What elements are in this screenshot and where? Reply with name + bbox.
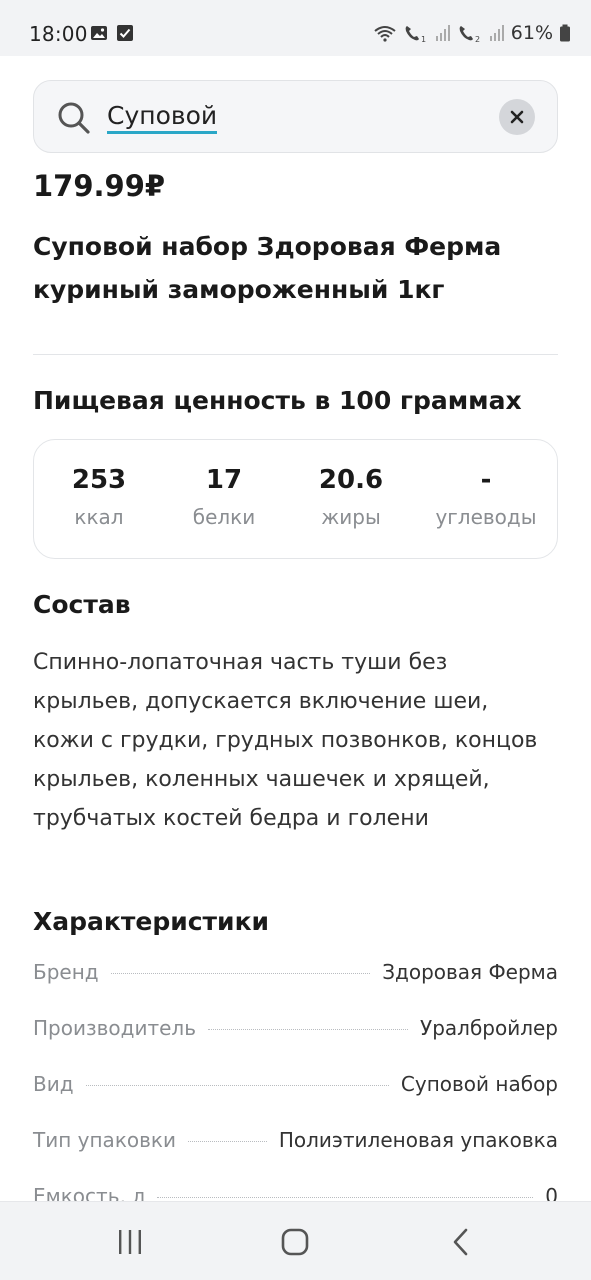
spec-leader-dots [188, 1141, 267, 1142]
nutrition-item-carbs: - углеводы [421, 462, 551, 530]
spec-row: Вид Суповой набор [33, 1072, 558, 1128]
nutrition-item-protein: 17 белки [159, 462, 289, 530]
divider [33, 354, 558, 355]
signal-icon [435, 25, 450, 41]
status-right-group: 1 2 61% [373, 22, 571, 44]
call-sim2-icon: 2 [459, 26, 480, 43]
spec-row: Производитель Уралбройлер [33, 1016, 558, 1072]
spec-leader-dots [110, 973, 371, 974]
call-sim1-icon: 1 [405, 26, 426, 43]
nutrition-item-fat: 20.6 жиры [286, 462, 416, 530]
nutrition-item-kcal: 253 ккал [34, 462, 164, 530]
product-price: 179.99₽ [33, 169, 166, 203]
nutrition-label: белки [192, 505, 256, 529]
spec-value: Здоровая Ферма [382, 960, 558, 984]
specs-heading: Характеристики [33, 907, 270, 936]
nutrition-label: жиры [321, 505, 381, 529]
home-icon [281, 1228, 309, 1256]
spec-value: Суповой набор [400, 1072, 558, 1096]
back-button[interactable] [441, 1226, 481, 1258]
status-bar: 18:00 1 2 61% [0, 0, 591, 56]
nutrition-value: 17 [205, 465, 243, 495]
spec-row: Тип упаковки Полиэтиленовая упаковка [33, 1128, 558, 1184]
search-bar[interactable]: Суповой [33, 80, 558, 153]
nutrition-card: 253 ккал 17 белки 20.6 жиры - углеводы [33, 439, 558, 559]
nutrition-value: - [480, 465, 492, 495]
clear-search-button[interactable] [499, 99, 535, 135]
nutrition-label: ккал [74, 505, 124, 529]
specs-list: Бренд Здоровая Ферма Производитель Уралб… [33, 960, 558, 1240]
home-button[interactable] [275, 1226, 315, 1258]
check-square-icon [117, 25, 133, 41]
battery-icon [560, 24, 570, 42]
recent-apps-button[interactable] [110, 1226, 150, 1258]
status-notification-icons [90, 24, 134, 42]
search-input[interactable]: Суповой [107, 102, 218, 134]
spec-value: Уралбройлер [420, 1016, 558, 1040]
spec-name: Бренд [33, 960, 99, 984]
status-time: 18:00 [29, 22, 88, 46]
spec-name: Производитель [33, 1016, 196, 1040]
signal-icon [489, 25, 504, 41]
search-icon [58, 102, 90, 134]
image-icon [91, 26, 107, 40]
system-navigation-bar [0, 1201, 591, 1280]
close-icon [510, 110, 524, 124]
spec-leader-dots [85, 1085, 389, 1086]
product-title: Суповой набор Здоровая Ферма куриный зам… [33, 232, 502, 304]
svg-text:2: 2 [475, 35, 480, 43]
spec-value: Полиэтиленовая упаковка [278, 1128, 558, 1152]
composition-text: Спинно-лопаточная часть туши без крыльев… [33, 650, 538, 831]
composition-heading: Состав [33, 590, 131, 619]
nutrition-value: 253 [71, 465, 127, 495]
recent-apps-icon [119, 1230, 141, 1254]
spec-row: Бренд Здоровая Ферма [33, 960, 558, 1016]
spec-leader-dots [156, 1197, 534, 1198]
svg-text:1: 1 [421, 35, 426, 43]
nutrition-heading: Пищевая ценность в 100 граммах [33, 386, 522, 415]
battery-percent: 61% [510, 22, 553, 44]
spec-leader-dots [207, 1029, 409, 1030]
back-icon [453, 1228, 468, 1256]
nutrition-value: 20.6 [318, 465, 384, 495]
spec-name: Тип упаковки [33, 1128, 176, 1152]
nutrition-label: углеводы [435, 505, 537, 529]
wifi-call-icon [374, 26, 396, 42]
spec-name: Вид [33, 1072, 74, 1096]
